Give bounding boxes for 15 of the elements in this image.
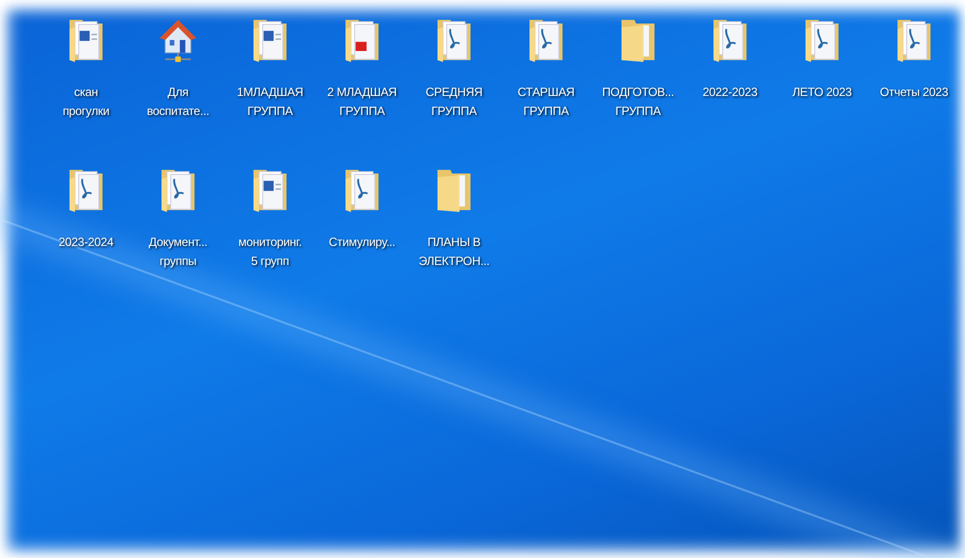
desktop-shortcut[interactable]: ПЛАНЫ В ЭЛЕКТРОН...	[408, 162, 500, 312]
desktop-shortcut[interactable]: Стимулиру...	[316, 162, 408, 312]
desktop-shortcut[interactable]: ЛЕТО 2023	[776, 12, 868, 162]
desktop-shortcut[interactable]: мониторинг. 5 групп	[224, 162, 316, 312]
desktop-shortcut[interactable]: СТАРШАЯ ГРУППА	[500, 12, 592, 162]
desktop-shortcut[interactable]: 1МЛАДШАЯ ГРУППА	[224, 12, 316, 162]
desktop-shortcut[interactable]: ПОДГОТОВ... ГРУППА	[592, 12, 684, 162]
desktop-shortcut[interactable]: 2022-2023	[684, 12, 776, 162]
desktop-shortcut[interactable]: Для воспитате...	[132, 12, 224, 162]
desktop-shortcut[interactable]: 2 МЛАДШАЯ ГРУППА	[316, 12, 408, 162]
desktop-shortcut[interactable]: скан прогулки	[40, 12, 132, 162]
desktop-shortcut[interactable]: 2023-2024	[40, 162, 132, 312]
desktop-shortcut[interactable]: Документ... группы	[132, 162, 224, 312]
desktop-shortcut[interactable]: СРЕДНЯЯ ГРУППА	[408, 12, 500, 162]
desktop-shortcut[interactable]: Отчеты 2023	[868, 12, 960, 162]
